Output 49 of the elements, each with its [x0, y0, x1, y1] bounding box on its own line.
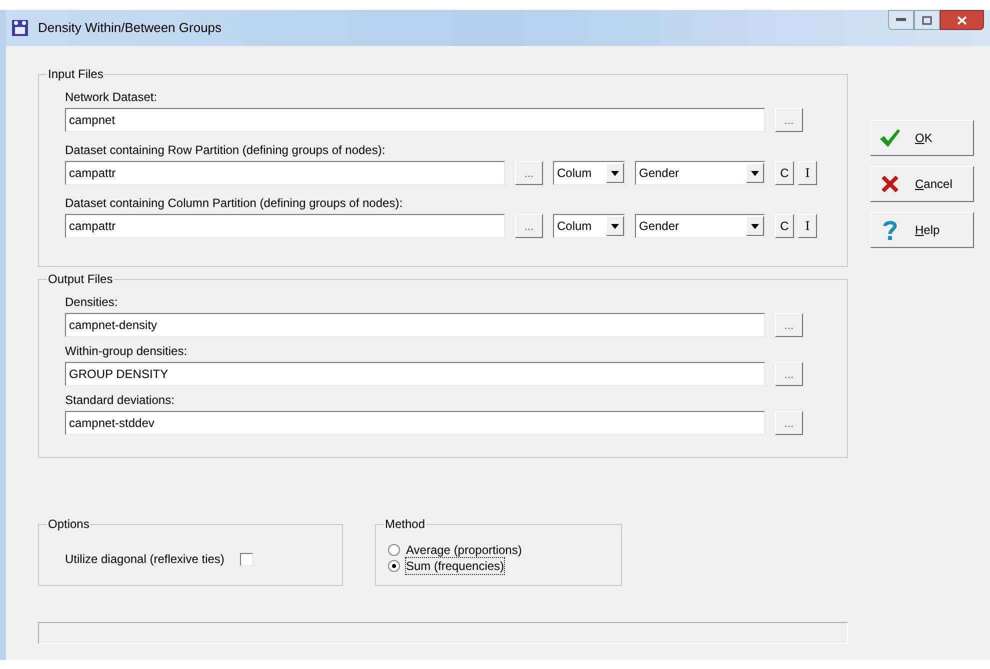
maximize-icon: [922, 16, 932, 24]
dialog-button[interactable]: Cancel: [870, 166, 974, 202]
checkbox-label: Utilize diagonal (reflexive ties): [65, 551, 224, 568]
text-field[interactable]: campattr: [65, 214, 505, 238]
checkmark-icon: [879, 128, 901, 148]
radio-label: Average (proportions): [406, 542, 522, 558]
text-field[interactable]: campnet: [65, 108, 765, 132]
orientation-dropdown[interactable]: Colum: [553, 161, 625, 185]
browse-button[interactable]: ...: [775, 411, 803, 435]
dialog-button[interactable]: OK: [870, 120, 974, 156]
group-title: Input Files: [47, 66, 104, 82]
checkbox[interactable]: [240, 552, 254, 566]
minimize-button[interactable]: [888, 10, 914, 30]
orientation-dropdown[interactable]: Colum: [553, 214, 625, 238]
window-title: Density Within/Between Groups: [38, 19, 222, 38]
group-title: Options: [47, 516, 90, 532]
text-field[interactable]: GROUP DENSITY: [65, 362, 765, 386]
text-field[interactable]: campnet-density: [65, 313, 765, 337]
field-label: Network Dataset:: [65, 89, 158, 105]
c-button[interactable]: C: [775, 161, 794, 185]
i-button[interactable]: I: [798, 214, 817, 238]
browse-button[interactable]: ...: [515, 161, 543, 185]
attribute-dropdown[interactable]: Gender: [635, 214, 765, 238]
text-field[interactable]: campattr: [65, 161, 505, 185]
close-icon: [957, 16, 967, 24]
browse-button[interactable]: ...: [775, 313, 803, 337]
browse-button[interactable]: ...: [775, 362, 803, 386]
attribute-dropdown[interactable]: Gender: [635, 161, 765, 185]
radio-button[interactable]: [388, 544, 400, 556]
field-label: Dataset containing Column Partition (defining groups of nodes):: [65, 195, 404, 211]
app-icon: [12, 20, 28, 36]
radio-button[interactable]: [388, 560, 400, 572]
close-icon: [881, 175, 899, 193]
c-button[interactable]: C: [775, 214, 794, 238]
close-button[interactable]: [940, 10, 984, 30]
text-field[interactable]: campnet-stddev: [65, 411, 765, 435]
field-label: Densities:: [65, 294, 119, 310]
i-button[interactable]: I: [798, 161, 817, 185]
maximize-button[interactable]: [914, 10, 940, 30]
browse-button[interactable]: ...: [515, 214, 543, 238]
help-icon: [883, 220, 897, 240]
radio-label: Sum (frequencies): [406, 558, 504, 574]
dialog-button[interactable]: Help: [870, 212, 974, 248]
field-label: Dataset containing Row Partition (defining groups of nodes):: [65, 142, 386, 158]
field-label: Standard deviations:: [65, 392, 176, 408]
minimize-icon: [896, 18, 906, 22]
browse-button[interactable]: ...: [775, 108, 803, 132]
group-title: Output Files: [47, 271, 114, 287]
field-label: Within-group densities:: [65, 343, 188, 359]
